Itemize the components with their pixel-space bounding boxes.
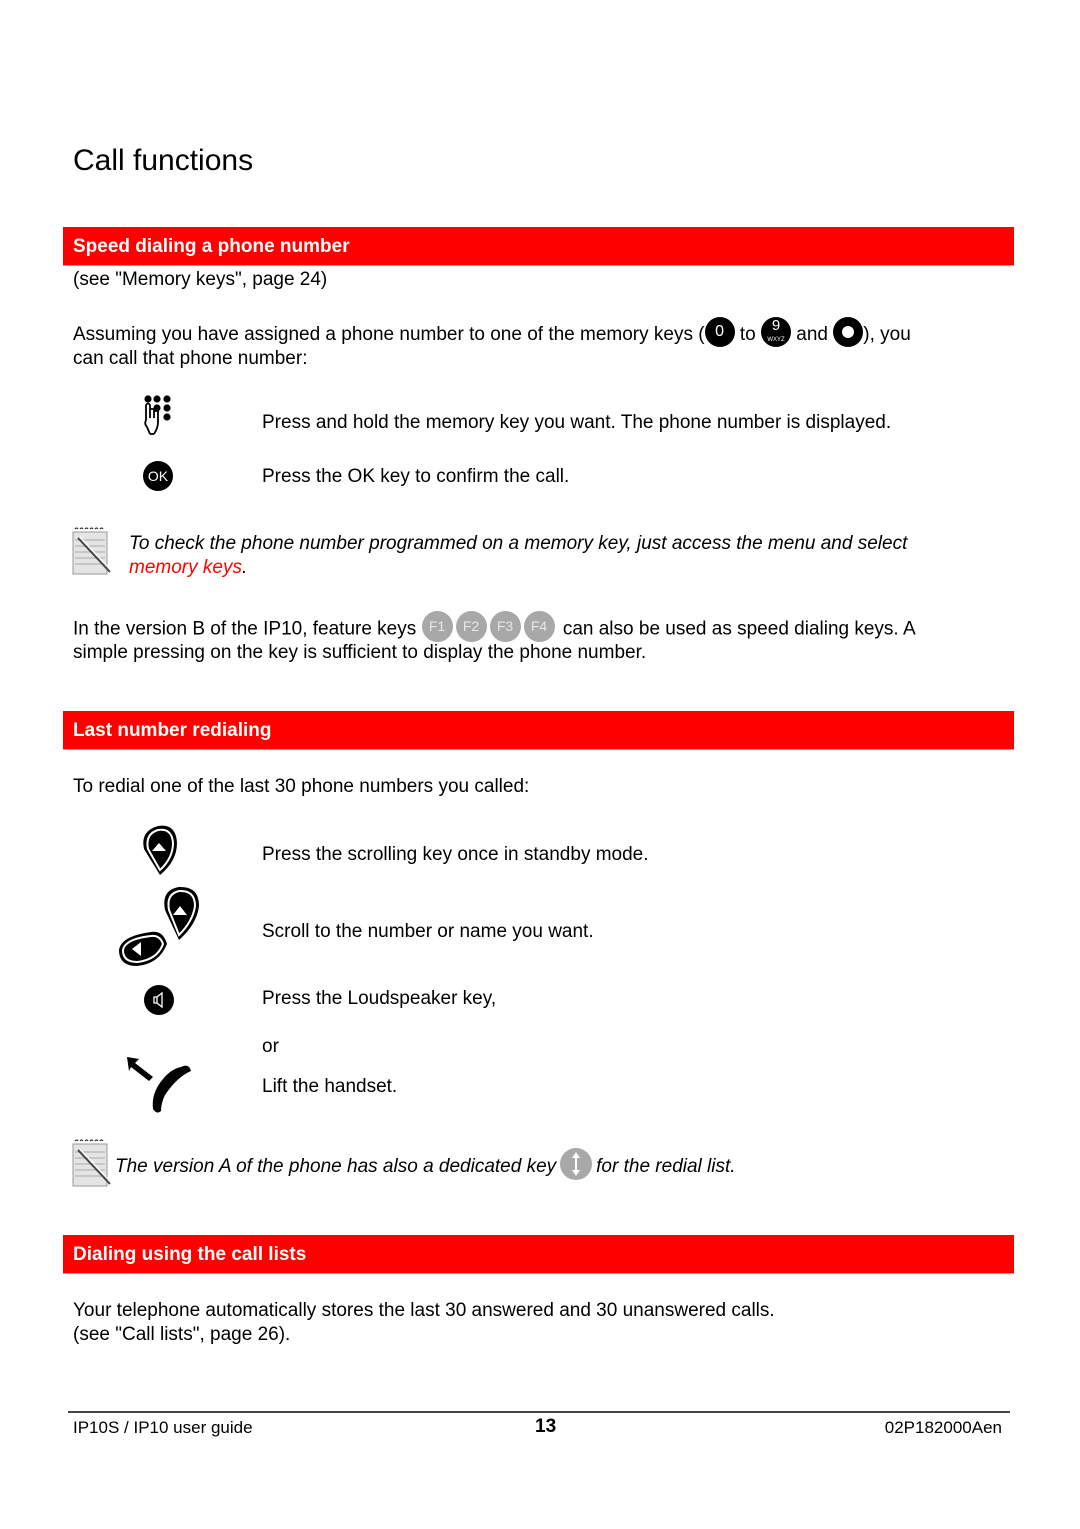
ok-key-icon: OK: [143, 461, 173, 491]
and-word: and: [796, 324, 828, 346]
step-text: Press the Loudspeaker key,: [262, 988, 497, 1009]
step-text: Scroll to the number or name you want.: [262, 921, 594, 942]
scroll-keys-icon: [117, 884, 203, 970]
section-heading-last-number-redialing: Last number redialing: [63, 711, 1014, 750]
note-text: To check the phone number programmed on …: [129, 533, 908, 554]
scroll-up-key-icon: [138, 823, 180, 879]
footer-guide-title: IP10S / IP10 user guide: [73, 1418, 253, 1437]
intro-text: Assuming you have assigned a phone numbe…: [73, 324, 705, 346]
step-text: Press the OK key to confirm the call.: [262, 466, 570, 487]
note-line2: memory keys.: [129, 557, 248, 578]
intro-text-end: ), you: [863, 324, 911, 346]
footer-doc-code: 02P182000Aen: [884, 1418, 1002, 1437]
loudspeaker-key-icon: [144, 985, 174, 1015]
to-word: to: [739, 324, 756, 346]
step-text: Press and hold the memory key you want. …: [262, 412, 892, 433]
key-0-icon: 0: [704, 317, 735, 347]
hand-keypad-icon: [140, 394, 176, 436]
memory-keys-reference: (see "Memory keys", page 24): [73, 269, 328, 290]
version-b-line2: simple pressing on the key is sufficient…: [73, 642, 647, 663]
notepad-icon: [72, 1138, 114, 1188]
call-lists-reference: (see "Call lists", page 26).: [73, 1324, 291, 1345]
redial-key-icon: [560, 1148, 593, 1180]
ring-key-icon: [833, 317, 864, 347]
f2-key-icon: F2: [455, 611, 487, 642]
f1-key-icon: F1: [421, 611, 453, 642]
step-text: Press the scrolling key once in standby …: [262, 844, 649, 865]
redial-intro: To redial one of the last 30 phone numbe…: [73, 776, 530, 797]
speed-dial-intro-line2: can call that phone number:: [73, 348, 308, 369]
redial-note: The version A of the phone has also a de…: [115, 1148, 736, 1183]
footer-divider: [68, 1411, 1010, 1413]
or-text: or: [262, 1036, 279, 1057]
memory-keys-link[interactable]: memory keys: [129, 557, 242, 578]
f3-key-icon: F3: [489, 611, 521, 642]
section-heading-speed-dialing: Speed dialing a phone number: [63, 227, 1014, 266]
notepad-icon: [72, 526, 114, 576]
key-9-icon: 9 WXYZ: [761, 317, 791, 347]
call-lists-text: Your telephone automatically stores the …: [73, 1300, 775, 1321]
section-heading-call-lists: Dialing using the call lists: [63, 1235, 1014, 1274]
page-title: Call functions: [73, 144, 254, 177]
f4-key-icon: F4: [523, 611, 555, 642]
step-text: Lift the handset.: [262, 1076, 398, 1097]
footer-page-number: 13: [535, 1416, 557, 1437]
lift-handset-icon: [125, 1055, 195, 1117]
